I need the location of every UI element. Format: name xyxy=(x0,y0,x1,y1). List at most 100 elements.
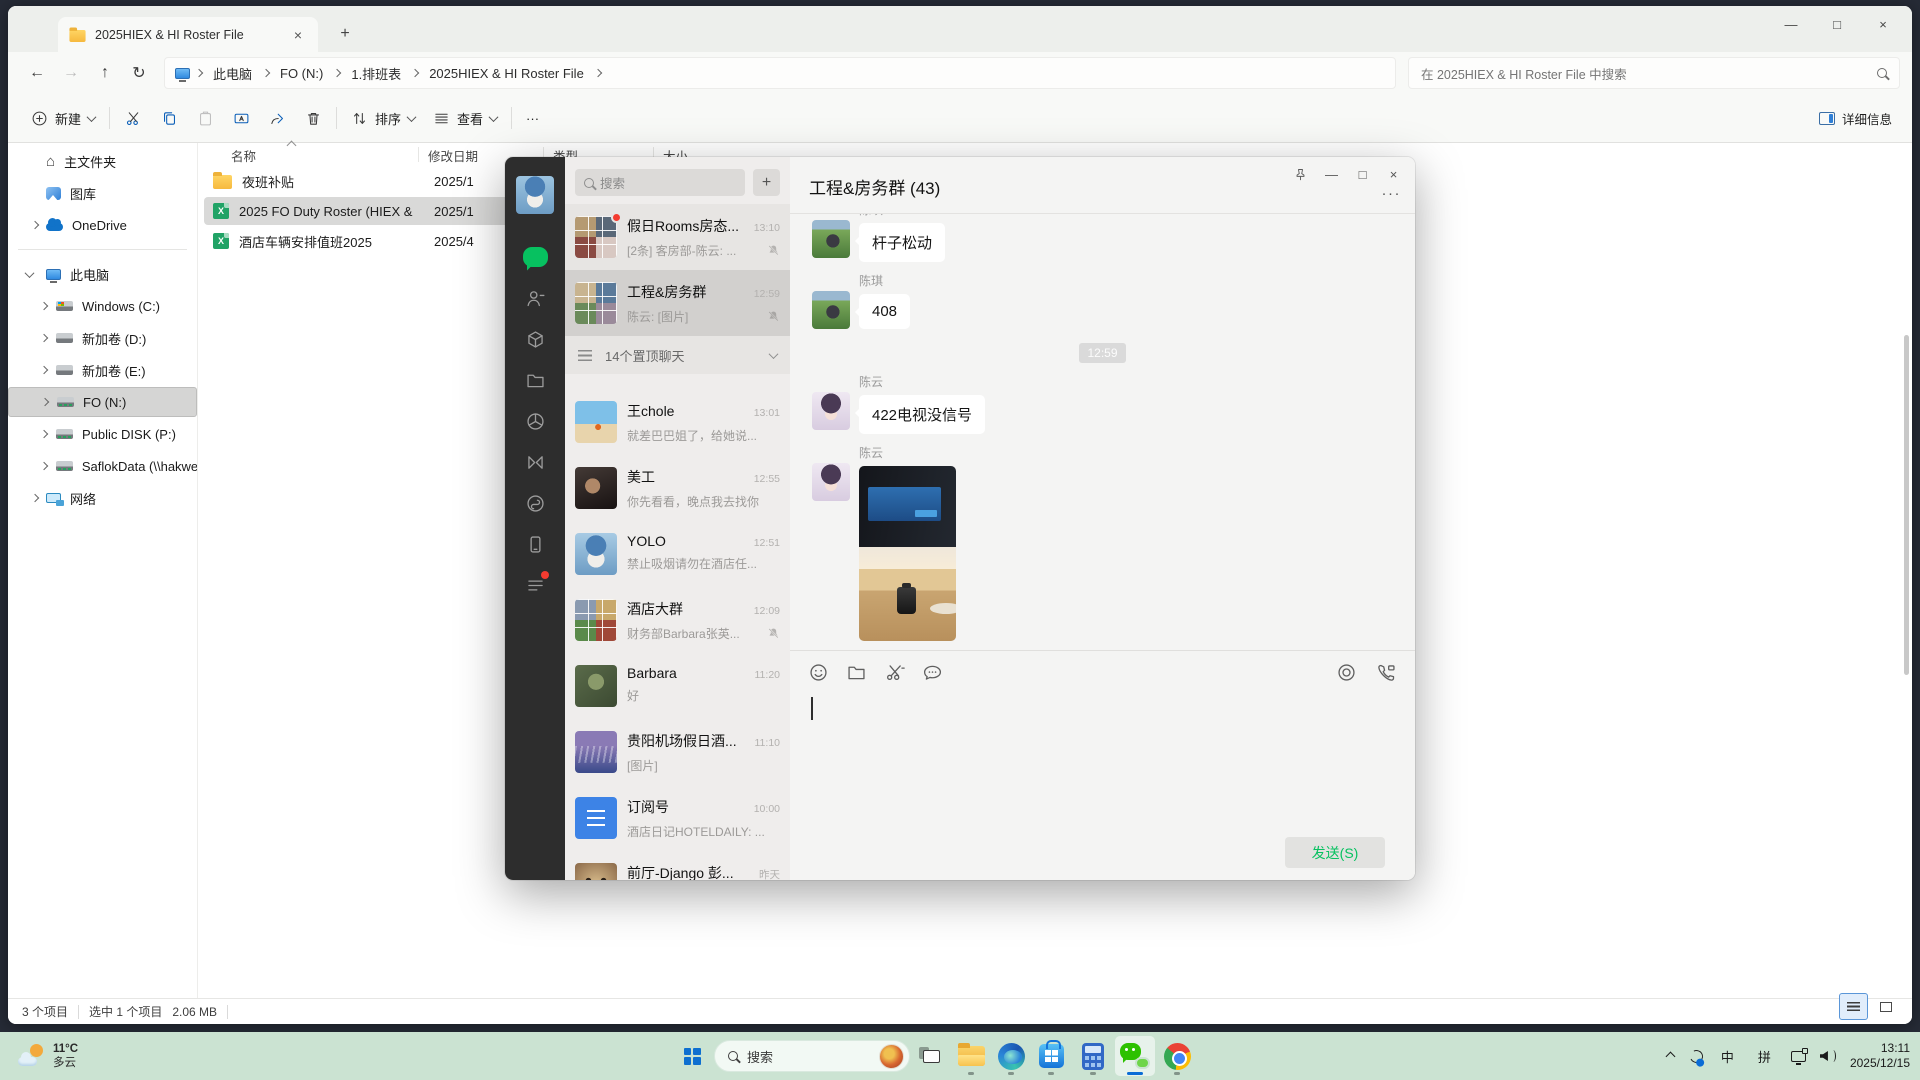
pin-window-button[interactable] xyxy=(1285,162,1316,187)
contacts-tab[interactable] xyxy=(518,281,552,315)
voice-record-icon[interactable] xyxy=(1336,662,1357,683)
icons-view-button[interactable] xyxy=(1871,993,1900,1020)
breadcrumb-item-drive[interactable]: FO (N:) xyxy=(275,64,328,83)
emoji-icon[interactable] xyxy=(808,662,829,683)
rename-button[interactable] xyxy=(223,101,259,135)
view-button[interactable]: 查看 xyxy=(424,101,506,135)
breadcrumb-item-current[interactable]: 2025HIEX & HI Roster File xyxy=(424,64,589,83)
conversation-more-button[interactable]: ··· xyxy=(1382,185,1402,202)
chat-list-item[interactable]: 前厅-Django 彭...昨天 可能..的时候上进了 xyxy=(565,851,790,880)
more-options-button[interactable]: ··· xyxy=(517,101,548,135)
phone-link-button[interactable] xyxy=(518,527,552,561)
sidebar-item-drive-e[interactable]: 新加卷 (E:) xyxy=(8,355,197,385)
explorer-search-input[interactable]: 在 2025HIEX & HI Roster File 中搜索 xyxy=(1408,57,1900,89)
taskbar-search[interactable]: 搜索 xyxy=(714,1040,910,1072)
taskbar-chrome[interactable] xyxy=(1157,1036,1197,1076)
video-call-icon[interactable] xyxy=(1376,662,1397,683)
mini-programs-button[interactable] xyxy=(518,486,552,520)
favorites-tab[interactable] xyxy=(518,322,552,356)
chat-list-item[interactable]: 王chole 13:01 就差巴巴姐了，给她说... xyxy=(565,389,790,455)
taskbar-wechat-active[interactable] xyxy=(1115,1036,1155,1076)
wechat-maximize-button[interactable]: □ xyxy=(1347,162,1378,187)
chat-list-item[interactable]: 假日Rooms房态... 13:10 [2条] 客房部-陈云: ... xyxy=(565,204,790,270)
message-bubble[interactable]: 杆子松动 xyxy=(854,223,946,262)
sidebar-item-gallery[interactable]: 图库 xyxy=(8,178,197,208)
message-area[interactable]: 陈琪 杆子松动 陈琪 408 12:59 陈云 422电视没信号 陈云 xyxy=(790,214,1415,650)
chat-list-item[interactable]: 贵阳机场假日酒... 11:10 [图片] xyxy=(565,719,790,785)
network-tray-icon[interactable] xyxy=(1790,1047,1808,1065)
cut-button[interactable] xyxy=(115,101,151,135)
up-button[interactable]: ↑ xyxy=(88,57,122,89)
copy-button[interactable] xyxy=(151,101,187,135)
sidebar-item-drive-d[interactable]: 新加卷 (D:) xyxy=(8,323,197,353)
column-header-name[interactable]: 名称 xyxy=(231,146,256,165)
taskbar-store[interactable] xyxy=(1031,1036,1071,1076)
tray-sync-icon[interactable] xyxy=(1688,1047,1705,1065)
message-input-area[interactable]: 发送(S) xyxy=(790,650,1415,880)
sender-avatar[interactable] xyxy=(812,392,850,430)
paste-button[interactable] xyxy=(187,101,223,135)
chat-list-item[interactable]: 美工 12:55 你先看看，晚点我去找你 xyxy=(565,455,790,521)
sidebar-item-drive-c[interactable]: Windows (C:) xyxy=(8,291,197,321)
details-pane-button[interactable]: 详细信息 xyxy=(1818,109,1898,128)
window-maximize-button[interactable]: □ xyxy=(1814,9,1860,39)
files-tab[interactable] xyxy=(518,363,552,397)
chat-list-item[interactable]: YOLO 12:51 禁止吸烟请勿在酒店任... xyxy=(565,521,790,587)
channels-tab[interactable] xyxy=(518,445,552,479)
search-highlight-image[interactable] xyxy=(879,1043,904,1069)
new-tab-button[interactable]: + xyxy=(330,19,360,49)
chat-list-item-selected[interactable]: 工程&房务群 12:59 陈云: [图片] xyxy=(565,270,790,336)
chat-list-item[interactable]: 酒店大群 12:09 财务部Barbara张英... xyxy=(565,587,790,653)
send-button[interactable]: 发送(S) xyxy=(1285,837,1385,868)
sidebar-item-home[interactable]: ⌂ 主文件夹 xyxy=(8,146,197,176)
screenshot-scissors-icon[interactable] xyxy=(884,662,905,683)
breadcrumb-item-this-pc[interactable]: 此电脑 xyxy=(208,62,257,85)
task-view-button[interactable] xyxy=(911,1036,951,1076)
message-image-tv-photo[interactable] xyxy=(859,466,956,641)
add-chat-button[interactable]: + xyxy=(753,169,780,196)
ime-language-button[interactable]: 中 xyxy=(1721,1047,1734,1066)
chat-list-item[interactable]: Barbara 11:20 好 xyxy=(565,653,790,719)
sidebar-item-drive-n[interactable]: FO (N:) xyxy=(8,387,197,417)
window-minimize-button[interactable]: — xyxy=(1768,9,1814,39)
sidebar-item-network[interactable]: 网络 xyxy=(8,483,197,513)
delete-button[interactable] xyxy=(295,101,331,135)
taskbar-calculator[interactable] xyxy=(1073,1036,1113,1076)
explorer-tab[interactable]: 2025HIEX & HI Roster File × xyxy=(58,17,318,52)
column-separator[interactable] xyxy=(418,147,419,162)
chat-list-item[interactable]: 订阅号 10:00 酒店日记HOTELDAILY: ... xyxy=(565,785,790,851)
refresh-button[interactable]: ↻ xyxy=(122,57,156,89)
volume-tray-icon[interactable] xyxy=(1819,1050,1836,1062)
sidebar-item-drive-p[interactable]: Public DISK (P:) xyxy=(8,419,197,449)
sender-avatar[interactable] xyxy=(812,291,850,329)
taskbar-edge[interactable] xyxy=(991,1036,1031,1076)
pinned-chats-collapse[interactable]: 14个置顶聊天 xyxy=(565,336,790,374)
send-file-icon[interactable] xyxy=(846,662,867,683)
breadcrumb-item-roster-parent[interactable]: 1.排班表 xyxy=(346,62,406,85)
sidebar-item-saflokdata[interactable]: SaflokData (\\hakwe xyxy=(8,451,197,481)
taskbar-file-explorer[interactable] xyxy=(951,1036,991,1076)
breadcrumb[interactable]: 此电脑 FO (N:) 1.排班表 2025HIEX & HI Roster F… xyxy=(164,57,1396,89)
clock[interactable]: 13:11 2025/12/15 xyxy=(1850,1041,1910,1072)
moments-tab[interactable] xyxy=(518,404,552,438)
sort-button[interactable]: 排序 xyxy=(342,101,424,135)
chat-history-icon[interactable] xyxy=(922,662,943,683)
forward-button[interactable]: → xyxy=(54,57,88,89)
menu-button[interactable] xyxy=(518,568,552,602)
message-bubble[interactable]: 408 xyxy=(854,294,911,329)
share-button[interactable] xyxy=(259,101,295,135)
window-close-button[interactable]: × xyxy=(1860,9,1906,39)
new-button[interactable]: 新建 xyxy=(22,101,104,135)
column-header-date[interactable]: 修改日期 xyxy=(428,146,478,165)
tab-close-icon[interactable]: × xyxy=(288,25,308,45)
sidebar-item-onedrive[interactable]: OneDrive xyxy=(8,210,197,240)
back-button[interactable]: ← xyxy=(20,57,54,89)
chats-tab[interactable] xyxy=(518,240,552,274)
sender-avatar[interactable] xyxy=(812,220,850,258)
scrollbar[interactable] xyxy=(1904,335,1909,675)
details-view-button[interactable] xyxy=(1839,993,1868,1020)
start-button[interactable] xyxy=(672,1036,712,1076)
profile-avatar[interactable] xyxy=(516,176,554,214)
tray-expand-button[interactable] xyxy=(1665,1051,1676,1061)
sidebar-item-this-pc[interactable]: 此电脑 xyxy=(8,259,197,289)
